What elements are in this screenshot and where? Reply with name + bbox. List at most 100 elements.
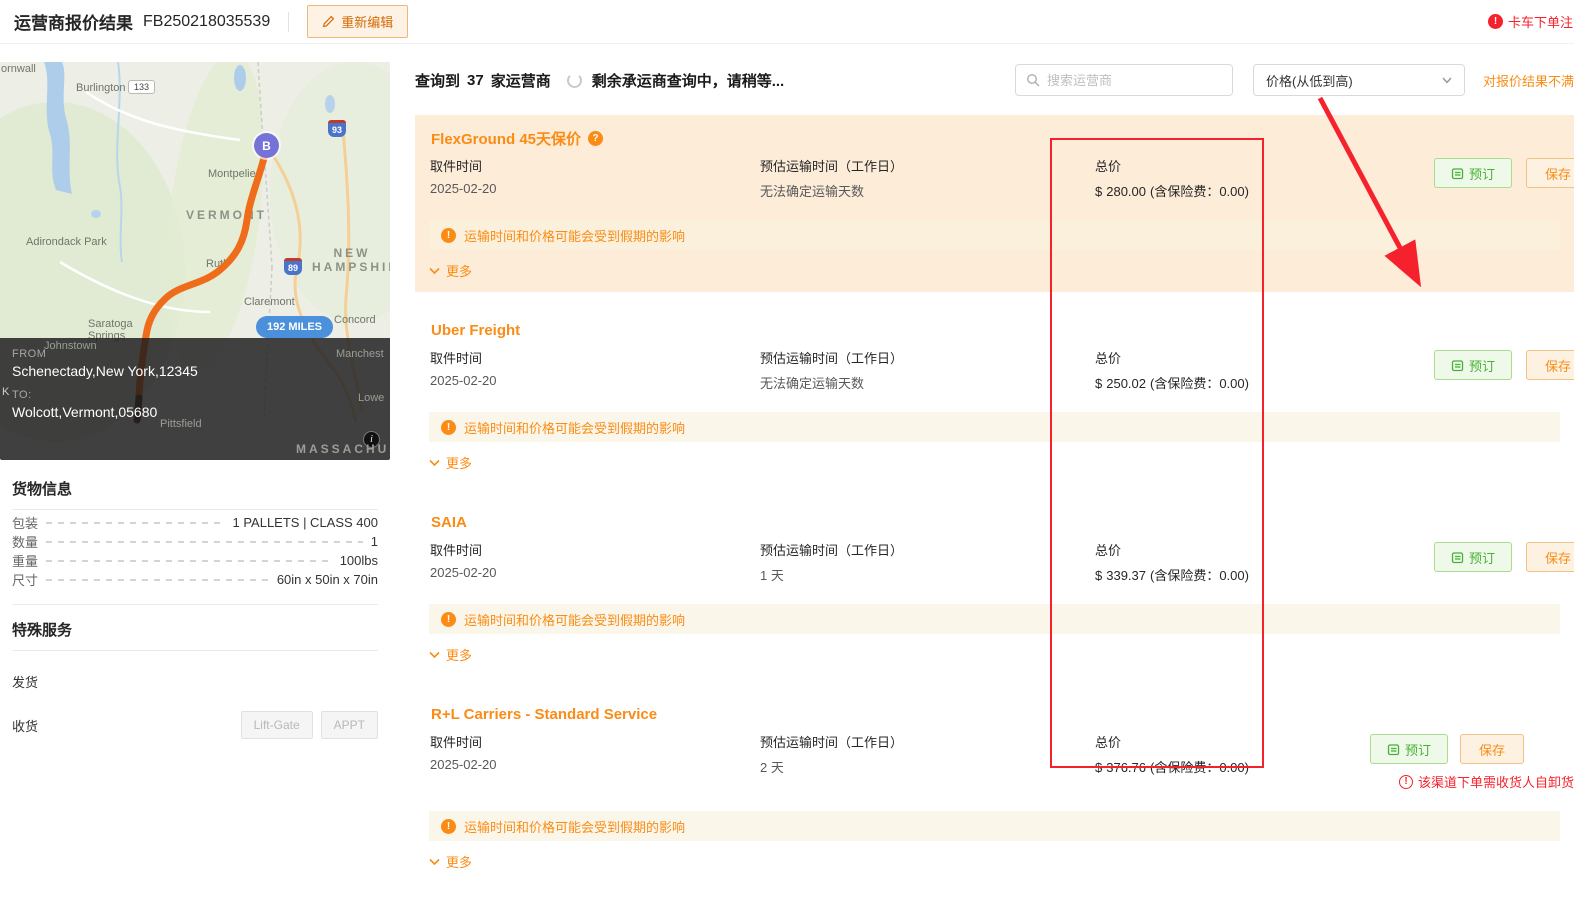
chevron-down-icon [429, 651, 440, 659]
cargo-info-section: 货物信息 包装 1 PALLETS | CLASS 400 数量 1 重量 10… [0, 460, 390, 605]
destination-marker-b[interactable]: B [254, 133, 279, 158]
appt-tag: APPT [321, 711, 378, 739]
loading-text: 剩余承运商查询中，请稍等... [592, 70, 785, 91]
currency: $ [1095, 568, 1102, 583]
special-services-title: 特殊服务 [12, 619, 378, 651]
chevron-down-icon [1442, 77, 1452, 84]
currency: $ [1095, 184, 1102, 199]
save-button[interactable]: 保存 [1526, 542, 1574, 572]
more-toggle[interactable]: 更多 [415, 841, 486, 883]
cargo-row-dimensions: 尺寸 60in x 50in x 70in [12, 573, 378, 586]
total-price: $339.37(含保险费：0.00) [1095, 565, 1434, 584]
dashed-leader [46, 579, 269, 581]
help-icon[interactable]: ? [588, 131, 603, 146]
more-toggle[interactable]: 更多 [415, 634, 486, 676]
map-label-lowell: Lowe [358, 392, 384, 404]
save-button[interactable]: 保存 [1526, 158, 1574, 188]
total-price: $376.76(含保险费：0.00) [1095, 757, 1370, 776]
truck-order-notice-link[interactable]: ! 卡车下单注意 [1488, 12, 1574, 31]
currency: $ [1095, 760, 1102, 775]
carrier-card: Uber Freight 取件时间 2025-02-20 预估运输时间（工作日）… [415, 307, 1574, 484]
carrier-name: FlexGround 45天保价 [431, 128, 581, 149]
price-label: 总价 [1095, 348, 1434, 367]
sort-select[interactable]: 价格(从低到高) [1253, 64, 1465, 96]
page-header: 运营商报价结果 FB250218035539 重新编辑 ! 卡车下单注意 [0, 0, 1574, 44]
transit-value: 1 天 [760, 565, 1095, 584]
carrier-list: FlexGround 45天保价 ? 取件时间 2025-02-20 预估运输时… [415, 115, 1574, 883]
pickup-date: 2025-02-20 [430, 181, 760, 196]
save-button[interactable]: 保存 [1460, 734, 1524, 764]
price-label: 总价 [1095, 732, 1370, 751]
shipping-service-row: 发货 [12, 667, 378, 695]
chevron-down-icon [429, 459, 440, 467]
info-alert-icon: ! [1399, 775, 1413, 789]
transit-label: 预估运输时间（工作日） [760, 732, 1095, 751]
map-label-manchester: Manchest [336, 348, 384, 360]
carrier-search [1015, 64, 1233, 96]
pickup-label: 取件时间 [430, 348, 760, 367]
book-button[interactable]: 预订 [1370, 734, 1448, 764]
route-shield-133: 133 [128, 80, 155, 94]
save-button[interactable]: 保存 [1526, 350, 1574, 380]
carrier-count: 37 [467, 72, 484, 89]
pickup-date: 2025-02-20 [430, 757, 760, 772]
special-services-section: 特殊服务 发货 收货 Lift-Gate APPT [0, 605, 390, 739]
more-toggle[interactable]: 更多 [415, 250, 486, 292]
carrier-card: R+L Carriers - Standard Service 取件时间 202… [415, 691, 1574, 883]
route-map[interactable]: ornwall 133 Burlington Montpelier VERMON… [0, 62, 390, 460]
pickup-label: 取件时间 [430, 732, 760, 751]
transit-value: 2 天 [760, 757, 1095, 776]
holiday-warning: ! 运输时间和价格可能会受到假期的影响 [429, 412, 1560, 442]
map-label-massachusetts: MASSACHUSET [296, 442, 390, 456]
to-label: TO: [12, 389, 378, 401]
warning-icon: ! [441, 612, 456, 627]
reedit-button[interactable]: 重新编辑 [307, 5, 408, 38]
chevron-down-icon [429, 267, 440, 275]
cargo-row-weight: 重量 100lbs [12, 554, 378, 567]
more-toggle[interactable]: 更多 [415, 442, 486, 484]
loading-spinner-icon [567, 73, 582, 88]
map-label-adirondack-park: Adirondack Park [26, 236, 107, 248]
order-number: FB250218035539 [143, 13, 270, 31]
pickup-date: 2025-02-20 [430, 565, 760, 580]
chevron-down-icon [429, 858, 440, 866]
total-price: $250.02(含保险费：0.00) [1095, 373, 1434, 392]
map-label-concord: Concord [334, 314, 376, 326]
map-label-burlington: Burlington [76, 82, 126, 94]
insurance-note: (含保险费：0.00) [1150, 376, 1249, 391]
interstate-shield-93: 93 [328, 120, 346, 137]
carrier-name: Uber Freight [431, 322, 520, 339]
book-button[interactable]: 预订 [1434, 350, 1512, 380]
found-prefix: 查询到 [415, 70, 460, 91]
map-label-johnstown: Johnstown [44, 340, 97, 352]
search-icon [1026, 73, 1040, 87]
warning-icon: ! [441, 420, 456, 435]
insurance-note: (含保险费：0.00) [1150, 184, 1249, 199]
booking-icon [1451, 167, 1464, 180]
left-panel: ornwall 133 Burlington Montpelier VERMON… [0, 62, 390, 739]
dashed-leader [46, 522, 224, 524]
pickup-label: 取件时间 [430, 156, 760, 175]
transit-label: 预估运输时间（工作日） [760, 156, 1095, 175]
search-input[interactable] [1047, 73, 1222, 88]
warning-icon: ! [441, 228, 456, 243]
map-label-pittsfield: Pittsfield [160, 418, 202, 430]
pickup-label: 取件时间 [430, 540, 760, 559]
holiday-warning: ! 运输时间和价格可能会受到假期的影响 [429, 811, 1560, 841]
feedback-link[interactable]: 对报价结果不满 [1483, 71, 1574, 90]
price-amount: 339.37 [1106, 568, 1146, 583]
carrier-card: SAIA 取件时间 2025-02-20 预估运输时间（工作日） 1 天 总价 … [415, 499, 1574, 676]
page-title: 运营商报价结果 [14, 9, 133, 34]
map-label-k: K [2, 386, 9, 398]
holiday-warning: ! 运输时间和价格可能会受到假期的影响 [429, 604, 1560, 634]
price-amount: 280.00 [1106, 184, 1146, 199]
self-unload-note: ! 该渠道下单需收货人自卸货 [1399, 772, 1574, 791]
warning-icon: ! [441, 819, 456, 834]
book-button[interactable]: 预订 [1434, 542, 1512, 572]
booking-icon [1387, 743, 1400, 756]
receiving-service-row: 收货 Lift-Gate APPT [12, 711, 378, 739]
price-label: 总价 [1095, 540, 1434, 559]
dashed-leader [46, 541, 363, 543]
pencil-icon [322, 15, 335, 28]
book-button[interactable]: 预订 [1434, 158, 1512, 188]
